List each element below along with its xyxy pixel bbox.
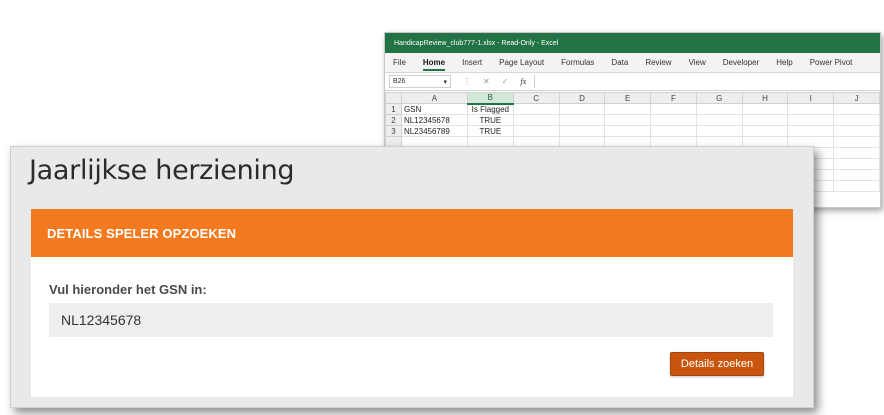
cell-a2[interactable]: NL12345678 bbox=[400, 114, 468, 126]
row-number[interactable]: 2 bbox=[385, 114, 402, 126]
cell-b2[interactable]: TRUE bbox=[466, 114, 514, 126]
cancel-icon[interactable]: ✕ bbox=[483, 77, 490, 86]
column-header[interactable]: J bbox=[833, 92, 880, 104]
excel-ribbon-tabs: File Home Insert Page Layout Formulas Da… bbox=[385, 53, 880, 73]
column-header[interactable]: D bbox=[558, 92, 606, 104]
row-number[interactable]: 1 bbox=[385, 103, 402, 115]
column-header[interactable]: H bbox=[741, 92, 789, 104]
chevron-down-icon: ▾ bbox=[443, 78, 447, 86]
formula-bar: B26 ▾ ⋮ ✕ ✓ fx bbox=[385, 73, 880, 91]
player-lookup-card: DETAILS SPELER OPZOEKEN Vul hieronder he… bbox=[31, 209, 793, 397]
formula-input[interactable] bbox=[534, 75, 880, 88]
confirm-check-icon[interactable]: ✓ bbox=[502, 77, 509, 86]
insert-function-icon[interactable]: fx bbox=[520, 77, 526, 86]
column-header[interactable]: C bbox=[512, 92, 560, 104]
name-box-value: B26 bbox=[393, 78, 406, 85]
page-title: Jaarlijkse herziening bbox=[29, 155, 295, 186]
ribbon-tab-view[interactable]: View bbox=[689, 58, 706, 67]
ribbon-tab-formulas[interactable]: Formulas bbox=[561, 58, 594, 67]
ribbon-tab-developer[interactable]: Developer bbox=[723, 58, 759, 67]
ribbon-tab-help[interactable]: Help bbox=[776, 58, 792, 67]
column-header[interactable]: I bbox=[787, 92, 835, 104]
table-row: 3 NL23456789 TRUE bbox=[385, 125, 880, 137]
cell-b1[interactable]: Is Flagged bbox=[466, 103, 514, 115]
gsn-input[interactable] bbox=[49, 303, 773, 337]
ribbon-tab-file[interactable]: File bbox=[393, 58, 406, 67]
column-header[interactable]: G bbox=[695, 92, 743, 104]
select-all-corner[interactable] bbox=[385, 92, 402, 104]
row-number[interactable]: 3 bbox=[385, 125, 402, 137]
ribbon-tab-page-layout[interactable]: Page Layout bbox=[499, 58, 544, 67]
column-header[interactable]: F bbox=[650, 92, 697, 104]
excel-window-title: HandicapReview_club777-1.xlsx - Read-Onl… bbox=[394, 39, 559, 47]
screenshot-canvas: HandicapReview_club777-1.xlsx - Read-Onl… bbox=[0, 0, 884, 415]
column-header[interactable]: E bbox=[604, 92, 652, 104]
ribbon-tab-home[interactable]: Home bbox=[422, 58, 446, 71]
cell-b3[interactable]: TRUE bbox=[466, 125, 514, 137]
table-row: 2 NL12345678 TRUE bbox=[385, 114, 880, 126]
name-box[interactable]: B26 ▾ bbox=[389, 75, 451, 88]
more-options-icon[interactable]: ⋮ bbox=[463, 77, 471, 86]
ribbon-tab-review[interactable]: Review bbox=[645, 58, 671, 67]
ribbon-tab-data[interactable]: Data bbox=[611, 58, 628, 67]
column-header[interactable]: B bbox=[466, 92, 514, 105]
ribbon-tab-power-pivot[interactable]: Power Pivot bbox=[810, 58, 853, 67]
column-header[interactable]: A bbox=[400, 92, 468, 104]
cell-a3[interactable]: NL23456789 bbox=[400, 125, 468, 137]
excel-title-bar: HandicapReview_club777-1.xlsx - Read-Onl… bbox=[385, 33, 880, 53]
cell-a1[interactable]: GSN bbox=[400, 103, 468, 115]
ribbon-tab-insert[interactable]: Insert bbox=[462, 58, 482, 67]
table-row: 1 GSN Is Flagged bbox=[385, 103, 880, 115]
column-header-row: A B C D E F G H I J bbox=[385, 92, 880, 105]
gsn-field-label: Vul hieronder het GSN in: bbox=[49, 282, 207, 297]
section-header-label: DETAILS SPELER OPZOEKEN bbox=[47, 225, 237, 241]
search-details-button[interactable]: Details zoeken bbox=[670, 352, 764, 376]
section-header: DETAILS SPELER OPZOEKEN bbox=[31, 209, 793, 257]
annual-review-panel: Jaarlijkse herziening DETAILS SPELER OPZ… bbox=[10, 146, 814, 408]
